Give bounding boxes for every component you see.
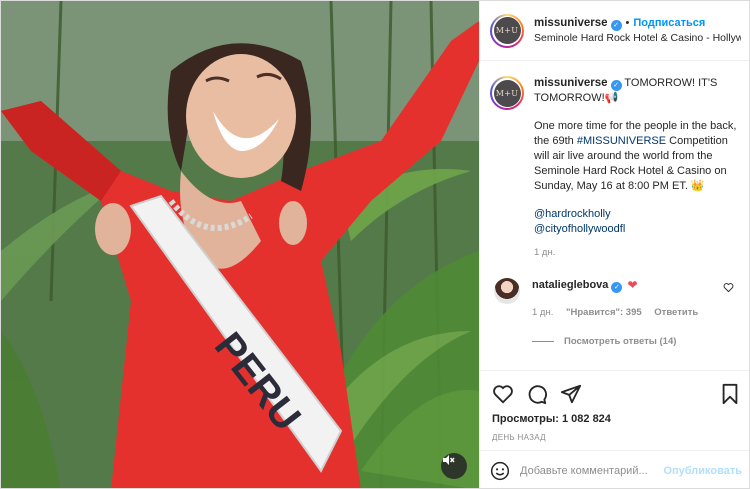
views-count[interactable]: Просмотры: 1 082 824 [492,413,740,425]
comment-bubble-icon [528,385,547,405]
views-number: 1 082 824 [561,413,611,425]
comment-meta: 1 дн. "Нравится": 395 Ответить [532,307,708,318]
profile-avatar[interactable]: M+U [490,13,524,48]
view-replies-label: Посмотреть ответы (14) [564,336,677,347]
comment-body: natalieglebova ✓ ❤ 1 дн. "Нравится": 395 … [532,278,708,318]
comment-item: natalieglebova ✓ ❤ 1 дн. "Нравится": 395 … [490,278,742,318]
post-caption: M+U missuniverse ✓ TOMORROW! IT'S TOMORRO… [490,76,742,260]
post-video[interactable]: PERU [1,1,479,488]
post-header: M+U missuniverse ✓ • Подписаться Seminole H… [480,1,749,61]
views-label: Просмотры: [492,413,559,425]
caption-username[interactable]: missuniverse [534,77,608,89]
paper-plane-icon [560,384,582,404]
comment-input[interactable] [520,464,660,477]
header-text: missuniverse ✓ • Подписаться Seminole Hard … [534,16,741,46]
mention-link-hardrockholly[interactable]: @hardrockholly [534,208,611,220]
like-button[interactable] [492,383,514,405]
speaker-muted-icon [443,455,455,465]
header-username[interactable]: missuniverse [534,17,608,29]
avatar-logo: M+U [493,79,521,107]
mute-button[interactable] [441,453,467,479]
comment-button[interactable] [526,383,548,405]
commenter-username[interactable]: natalieglebova [532,279,608,291]
heart-emoji-icon: ❤ [627,278,638,292]
post-date[interactable]: ДЕНЬ НАЗАД [492,433,740,442]
comment-likes-count[interactable]: "Нравится": 395 [566,307,642,318]
post-sidebar: M+U missuniverse ✓ • Подписаться Seminole H… [479,1,749,488]
heart-outline-icon [723,283,734,293]
caption-avatar[interactable]: M+U [490,76,524,110]
save-button[interactable] [720,383,740,405]
avatar-logo: M+U [493,17,521,44]
share-button[interactable] [560,383,582,405]
verified-badge-icon: ✓ [610,19,622,31]
publish-button[interactable]: Опубликовать [663,465,742,477]
view-replies-button[interactable]: Посмотреть ответы (14) [532,336,742,347]
bookmark-icon [722,383,738,405]
reply-button[interactable]: Ответить [654,307,698,318]
action-bar [492,379,740,409]
mention-link-cityofhollywoodfl[interactable]: @cityofhollywoodfl [534,223,625,235]
replies-divider-line [532,341,554,342]
comment-like-button[interactable] [723,282,734,296]
hashtag-link[interactable]: #MISSUNIVERSE [577,135,666,147]
commenter-avatar[interactable] [494,278,520,304]
verified-badge-icon: ✓ [611,282,623,293]
comments-section: M+U missuniverse ✓ TOMORROW! IT'S TOMORRO… [480,62,749,370]
caption-timestamp[interactable]: 1 дн. [534,245,742,260]
comment-timestamp[interactable]: 1 дн. [532,307,553,318]
emoji-icon[interactable] [490,461,510,481]
caption-body: missuniverse ✓ TOMORROW! IT'S TOMORROW!📢 … [534,76,742,260]
heart-icon [493,385,513,404]
location-link[interactable]: Seminole Hard Rock Hotel & Casino - Holl… [534,31,741,46]
follow-button[interactable]: Подписаться [633,17,705,29]
video-frame-illustration: PERU [1,1,479,488]
instagram-post: PERU M+U missuniverse ✓ • Подписаться Semin… [0,0,750,489]
add-comment-bar: Опубликовать [480,450,749,488]
separator-dot: • [625,16,630,29]
post-actions-section: Просмотры: 1 082 824 ДЕНЬ НАЗАД [480,370,749,442]
verified-badge-icon: ✓ [610,80,622,91]
